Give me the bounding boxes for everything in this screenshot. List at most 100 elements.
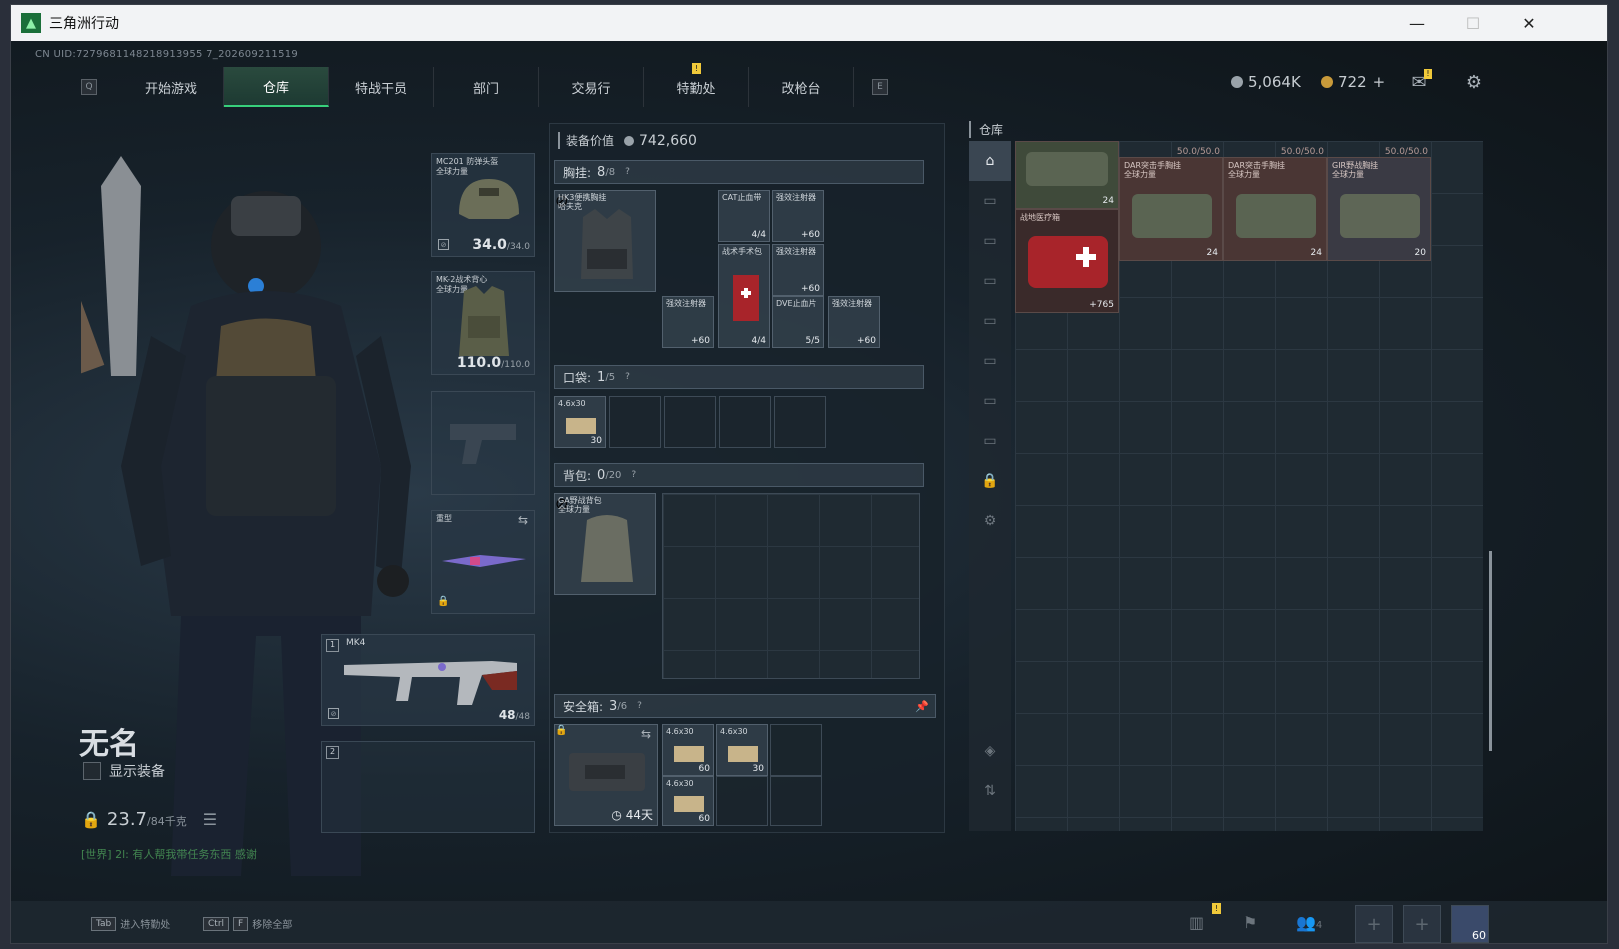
knife-image (442, 555, 526, 567)
pocket-used: 1 (597, 369, 606, 385)
empty-slot[interactable] (770, 724, 822, 776)
empty-slot[interactable] (770, 776, 822, 826)
chest-item[interactable]: 强效注射器 +60 (772, 244, 824, 296)
team-icon[interactable]: 👥4 (1296, 913, 1322, 932)
tab-warehouse[interactable]: 仓库 (224, 67, 329, 107)
item-count: +60 (801, 284, 820, 294)
add-teammate-button[interactable]: + (1355, 905, 1393, 943)
nav-left-key[interactable]: Q (81, 79, 97, 95)
warehouse-scrollbar[interactable] (1489, 551, 1492, 751)
warehouse-home-icon[interactable]: ⌂ (969, 141, 1011, 181)
warehouse-grid[interactable]: 24 50.0/50.0 DAR突击手胸挂 全球力量 24 50.0/50.0 D… (1015, 141, 1483, 831)
help-icon[interactable]: ? (631, 470, 636, 480)
helmet-durability-max: /34.0 (506, 242, 530, 252)
chest-item[interactable]: DVE止血片 5/5 (772, 296, 824, 348)
stats-icon[interactable]: ▥ (1189, 913, 1204, 932)
swap-icon[interactable]: ⇆ (641, 727, 651, 741)
safebox-ammo[interactable]: 4.6x30 60 (662, 776, 714, 826)
category-icon[interactable]: ▭ (969, 181, 1011, 221)
window-title: 三角洲行动 (49, 16, 119, 32)
list-icon[interactable]: ☰ (203, 810, 217, 829)
add-teammate-button[interactable]: + (1403, 905, 1441, 943)
armor-slot[interactable]: MK-2战术背心 全球力量 110.0/110.0 (431, 271, 535, 375)
tab-operators[interactable]: 特战干员 (329, 67, 434, 107)
layers-icon[interactable]: ◈ (969, 731, 1011, 771)
helmet-slot[interactable]: MC201 防弹头盔 全球力量 ⊘ 34.0/34.0 (431, 153, 535, 257)
warehouse-item[interactable]: 50.0/50.0 GIR野战胸挂 全球力量 20 (1327, 147, 1431, 261)
warehouse-item[interactable]: 50.0/50.0 DAR突击手胸挂 全球力量 24 (1119, 147, 1223, 261)
category-icon[interactable]: ▭ (969, 381, 1011, 421)
pin-icon[interactable]: 📌 (915, 700, 929, 713)
warehouse-item[interactable]: 战地医疗箱 +765 (1015, 209, 1119, 313)
empty-slot[interactable] (716, 776, 768, 826)
backpack-grid[interactable] (662, 493, 920, 679)
add-gold-button[interactable]: + (1373, 73, 1386, 91)
primary-weapon-slot[interactable]: 1 MK4 ⊘ 48/48 (321, 634, 535, 726)
swap-icon[interactable]: ⇆ (518, 513, 528, 527)
lock-icon[interactable]: 🔒 (969, 461, 1011, 501)
slot-number: 1 (326, 639, 339, 652)
safebox-title: 安全箱: (563, 699, 604, 714)
help-icon[interactable]: ? (625, 372, 630, 382)
secondary-weapon-slot[interactable]: 2 (321, 741, 535, 833)
item-label: 4.6x30 (558, 399, 586, 408)
tab-department[interactable]: 部门 (434, 67, 539, 107)
warehouse-panel: 仓库 ⌂ ▭ ▭ ▭ ▭ ▭ ▭ ▭ 🔒 ⚙ ◈ ⇅ 24 50.0/50.0 … (969, 121, 1497, 833)
safebox-time: ◷ 44天 (611, 806, 653, 823)
tab-start-game[interactable]: 开始游戏 (119, 67, 224, 107)
tab-trading[interactable]: 交易行 (539, 67, 644, 107)
warehouse-item[interactable]: 24 (1015, 141, 1119, 209)
ammo-box-icon (566, 418, 596, 434)
pocket-item[interactable]: 4.6x30 30 (554, 396, 606, 448)
chest-rig-item[interactable]: HK3便携胸挂 哈夫克 ⊘ (554, 190, 656, 292)
hint-remove-all[interactable]: Ctrl F 移除全部 (203, 916, 292, 931)
chest-item[interactable]: 战术手术包 4/4 (718, 244, 770, 348)
gear-icon[interactable]: ⚙ (1461, 69, 1487, 95)
sort-icon[interactable]: ⇅ (969, 771, 1011, 811)
slot-number: 2 (326, 746, 339, 759)
help-icon[interactable]: ? (637, 701, 642, 711)
nav-right-key[interactable]: E (872, 79, 888, 95)
gear-icon[interactable]: ⚙ (969, 501, 1011, 541)
safebox-item[interactable]: ⇆ 🔒 ◷ 44天 (554, 724, 658, 826)
safebox-ammo[interactable]: 4.6x30 30 (716, 724, 768, 776)
chest-rig-image (1340, 194, 1420, 238)
help-icon[interactable]: ? (625, 167, 630, 177)
hint-text: 进入特勤处 (120, 920, 171, 931)
chest-item[interactable]: CAT止血带 4/4 (718, 190, 770, 242)
chest-item[interactable]: 强效注射器 +60 (772, 190, 824, 242)
empty-slot[interactable] (774, 396, 826, 448)
safebox-ammo[interactable]: 4.6x30 60 (662, 724, 714, 776)
player-level: 60 (1472, 929, 1486, 942)
minimize-button[interactable]: — (1389, 5, 1445, 41)
maximize-button[interactable]: ☐ (1445, 5, 1501, 41)
pistol-slot[interactable] (431, 391, 535, 495)
chest-item[interactable]: 强效注射器 +60 (828, 296, 880, 348)
category-icon[interactable]: ▭ (969, 261, 1011, 301)
empty-slot[interactable] (719, 396, 771, 448)
chest-item[interactable]: 强效注射器 +60 (662, 296, 714, 348)
loadout-panel: 装备价值 742,660 胸挂: 8/8 ? HK3便携胸挂 哈夫克 ⊘ CAT止… (549, 123, 945, 833)
empty-slot[interactable] (609, 396, 661, 448)
empty-slot[interactable] (664, 396, 716, 448)
chest-rig-header: 胸挂: 8/8 ? (554, 160, 924, 184)
item-label: 4.6x30 (666, 727, 694, 736)
avatar[interactable]: 60 (1451, 905, 1489, 943)
category-icon[interactable]: ▭ (969, 341, 1011, 381)
melee-slot[interactable]: 重型 ⇆ 🔒 (431, 510, 535, 614)
close-button[interactable]: ✕ (1501, 5, 1557, 41)
alert-badge: ! (1212, 903, 1221, 914)
category-icon[interactable]: ▭ (969, 301, 1011, 341)
flag-icon[interactable]: ⚑ (1243, 913, 1257, 932)
category-icon[interactable]: ▭ (969, 421, 1011, 461)
tab-gunsmith[interactable]: 改枪台 (749, 67, 854, 107)
safebox-used: 3 (609, 698, 618, 714)
mail-icon[interactable]: ✉ ! (1406, 69, 1432, 95)
show-gear-checkbox[interactable] (83, 762, 101, 780)
tab-special-ops[interactable]: 特勤处 ! (644, 63, 749, 107)
show-gear-toggle[interactable]: 显示装备 (83, 761, 165, 781)
backpack-item[interactable]: GA野战背包 全球力量 ⊘ (554, 493, 656, 595)
category-icon[interactable]: ▭ (969, 221, 1011, 261)
hint-special-ops[interactable]: Tab 进入特勤处 (91, 916, 170, 931)
warehouse-item[interactable]: 50.0/50.0 DAR突击手胸挂 全球力量 24 (1223, 147, 1327, 261)
